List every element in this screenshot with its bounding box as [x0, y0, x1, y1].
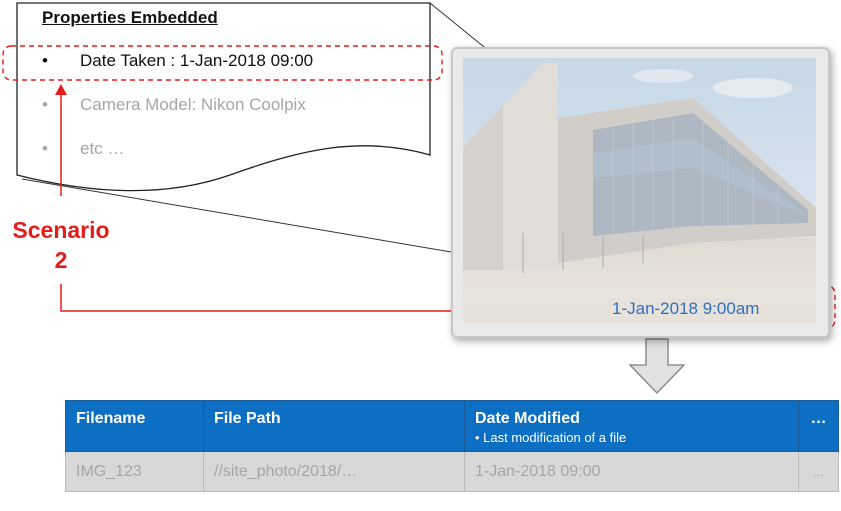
file-metadata-table: Filename File Path Date Modified • Last m… — [65, 400, 839, 492]
bullet-icon: • — [42, 139, 48, 158]
header-filename: Filename — [65, 400, 204, 452]
header-file-path: File Path — [203, 400, 465, 452]
connector-line-top — [429, 2, 490, 52]
property-text: etc … — [80, 139, 125, 158]
table-row: IMG_123 //site_photo/2018/… 1-Jan-2018 0… — [65, 451, 839, 492]
property-camera-model: • Camera Model: Nikon Coolpix — [42, 95, 306, 115]
table-header-row: Filename File Path Date Modified • Last m… — [65, 400, 839, 452]
header-date-modified: Date Modified • Last modification of a fi… — [464, 400, 799, 452]
scenario-label: Scenario 2 — [6, 215, 116, 275]
header-more: … — [798, 400, 839, 452]
property-text: Date Taken : 1-Jan-2018 09:00 — [80, 51, 314, 70]
header-label: File Path — [214, 410, 281, 427]
building-image — [463, 58, 816, 323]
scenario-label-line1: Scenario — [12, 217, 110, 243]
properties-title: Properties Embedded — [42, 8, 218, 27]
bullet-icon: • — [42, 51, 48, 70]
cell-file-path: //site_photo/2018/… — [203, 451, 465, 492]
photo-date-stamp: 1-Jan-2018 9:00am — [612, 299, 760, 318]
property-text: Camera Model: Nikon Coolpix — [80, 95, 306, 114]
header-sub-note: • Last modification of a file — [475, 430, 627, 445]
scenario-label-line2: 2 — [54, 247, 68, 273]
cell-date-modified: 1-Jan-2018 09:00 — [464, 451, 799, 492]
building-photo — [463, 58, 816, 323]
header-label: … — [810, 410, 827, 427]
header-label: Filename — [76, 410, 146, 427]
cell-filename: IMG_123 — [65, 451, 204, 492]
down-arrow — [628, 338, 686, 394]
bullet-icon: • — [42, 95, 48, 114]
property-etc: • etc … — [42, 139, 124, 159]
property-date-taken: • Date Taken : 1-Jan-2018 09:00 — [42, 51, 313, 71]
header-label: Date Modified — [475, 410, 580, 427]
cell-more: … — [798, 451, 839, 492]
